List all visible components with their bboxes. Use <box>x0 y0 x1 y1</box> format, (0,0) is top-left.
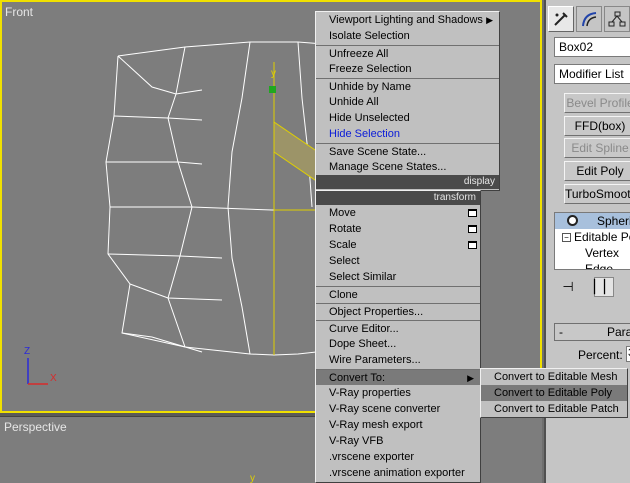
menu-item-unhide-by-name[interactable]: Unhide by Name <box>316 78 499 94</box>
modify-icon-glyph <box>582 12 597 27</box>
menu-item-vray-vfb[interactable]: V-Ray VFB <box>316 433 480 449</box>
mesh-line <box>129 283 223 301</box>
stack-item-vertex[interactable]: Vertex <box>555 245 630 261</box>
modify-icon[interactable] <box>576 6 602 32</box>
menu-item-unhide-all[interactable]: Unhide All <box>316 94 499 110</box>
menu-item-rotate[interactable]: Rotate <box>316 221 480 237</box>
edit-spline-button[interactable]: Edit Spline <box>564 138 630 158</box>
viewport-label-perspective[interactable]: Perspective <box>4 420 67 434</box>
percent-spinner[interactable]: 3 <box>626 346 630 362</box>
create-icon-glyph <box>554 12 568 26</box>
settings-box-icon[interactable] <box>468 225 477 233</box>
quad-menu-display: Viewport Lighting and Shadows ▶ Isolate S… <box>315 11 500 191</box>
create-icon[interactable] <box>548 6 574 32</box>
menu-item-unfreeze-all[interactable]: Unfreeze All <box>316 45 499 61</box>
menu-item-vray-mesh-export[interactable]: V-Ray mesh export <box>316 417 480 433</box>
menu-item-viewport-lighting[interactable]: Viewport Lighting and Shadows ▶ <box>316 12 499 28</box>
menu-item-select-similar[interactable]: Select Similar <box>316 269 480 285</box>
stack-item-spherify[interactable]: Spherify <box>555 213 630 229</box>
menu-item-hide-unselected[interactable]: Hide Unselected <box>316 110 499 126</box>
show-end-result-icon[interactable]: ▏▏ <box>594 277 614 297</box>
stack-item-editable-poly[interactable]: −Editable Poly <box>555 229 630 245</box>
modifier-list-dropdown[interactable]: Modifier List <box>554 64 630 84</box>
menu-item-wire-parameters[interactable]: Wire Parameters... <box>316 352 480 368</box>
axis-y-label: y <box>271 68 276 79</box>
menu-item-convert-poly[interactable]: Convert to Editable Poly <box>481 385 627 401</box>
axis-x-label: X <box>50 373 57 384</box>
mesh-line <box>106 161 203 165</box>
object-name-field[interactable]: Box02 <box>554 37 630 57</box>
mesh-line <box>117 55 203 95</box>
eye-icon[interactable] <box>567 215 578 226</box>
collapse-icon[interactable]: − <box>562 233 571 243</box>
mesh-line <box>107 253 223 259</box>
menu-item-select[interactable]: Select <box>316 253 480 269</box>
mesh-line <box>227 41 251 355</box>
hierarchy-icon-glyph <box>608 11 626 27</box>
menu-item-vrscene-animation-exporter[interactable]: .vrscene animation exporter <box>316 465 480 481</box>
menu-item-manage-scene-states[interactable]: Manage Scene States... <box>316 159 499 175</box>
menu-item-vrscene-exporter[interactable]: .vrscene exporter <box>316 449 480 465</box>
menu-item-clone[interactable]: Clone <box>316 286 480 302</box>
bevel-profile-button[interactable]: Bevel Profile <box>564 93 630 113</box>
mesh-line <box>113 115 203 121</box>
hierarchy-icon[interactable] <box>604 6 630 32</box>
menu-item-vray-properties[interactable]: V-Ray properties <box>316 385 480 401</box>
submenu-arrow-icon: ▶ <box>467 373 474 383</box>
rollout-toggle: - <box>559 325 563 339</box>
percent-label: Percent: <box>578 348 623 362</box>
mesh-line <box>297 41 313 208</box>
axis-y-label-persp: y <box>250 473 255 483</box>
quad-menu-transform: transform Move Rotate Scale Select Selec… <box>315 190 481 483</box>
axis-z-label: Z <box>24 346 31 357</box>
quad-header-display: display <box>316 175 499 189</box>
menu-item-vray-scene-converter[interactable]: V-Ray scene converter <box>316 401 480 417</box>
menu-item-convert-to[interactable]: Convert To: ▶ <box>316 369 480 385</box>
selected-vertex <box>269 86 276 93</box>
menu-item-isolate-selection[interactable]: Isolate Selection <box>316 28 499 44</box>
menu-item-convert-patch[interactable]: Convert to Editable Patch <box>481 401 627 417</box>
parameters-rollout[interactable]: - Para <box>554 323 630 341</box>
quad-header-transform: transform <box>316 191 480 205</box>
rollout-title: Para <box>607 325 630 339</box>
submenu-arrow-icon: ▶ <box>486 15 493 25</box>
pin-icon[interactable]: ⊣ <box>558 277 578 297</box>
ffd-box-button[interactable]: FFD(box) <box>564 116 630 136</box>
menu-item-freeze-selection[interactable]: Freeze Selection <box>316 61 499 77</box>
edit-poly-button[interactable]: Edit Poly <box>564 161 630 181</box>
menu-item-object-properties[interactable]: Object Properties... <box>316 303 480 319</box>
menu-item-hide-selection[interactable]: Hide Selection <box>316 126 499 142</box>
menu-item-dope-sheet[interactable]: Dope Sheet... <box>316 336 480 352</box>
menu-item-save-scene-state[interactable]: Save Scene State... <box>316 143 499 159</box>
menu-item-convert-mesh[interactable]: Convert to Editable Mesh <box>481 369 627 385</box>
menu-item-scale[interactable]: Scale <box>316 237 480 253</box>
menu-item-move[interactable]: Move <box>316 205 480 221</box>
menu-item-curve-editor[interactable]: Curve Editor... <box>316 320 480 336</box>
settings-box-icon[interactable] <box>468 209 477 217</box>
selected-face <box>273 121 319 183</box>
settings-box-icon[interactable] <box>468 241 477 249</box>
modifier-stack[interactable]: Spherify −Editable Poly Vertex Edge <box>554 212 630 270</box>
stack-item-edge[interactable]: Edge <box>555 261 630 269</box>
turbosmooth-button[interactable]: TurboSmooth <box>564 184 630 204</box>
convert-to-submenu: Convert to Editable Mesh Convert to Edit… <box>480 368 628 418</box>
